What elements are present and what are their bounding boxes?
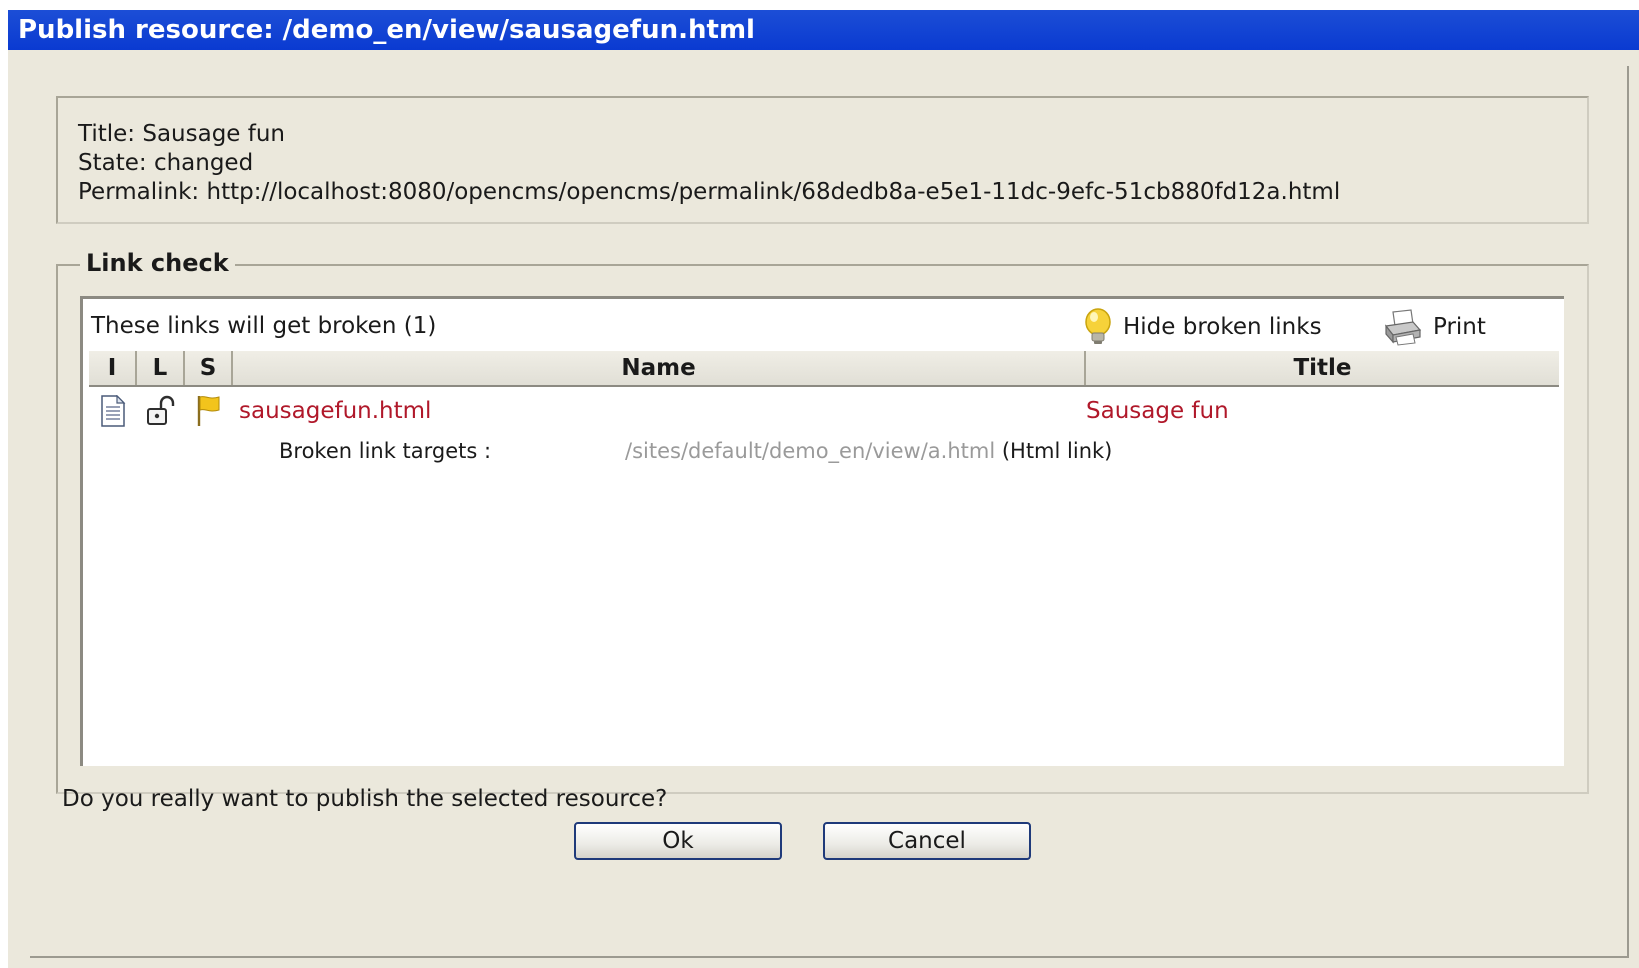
cancel-button[interactable]: Cancel <box>823 822 1031 860</box>
resource-title-link[interactable]: Sausage fun <box>1086 398 1229 424</box>
broken-link-type: (Html link) <box>1001 439 1113 463</box>
unlock-icon[interactable] <box>137 395 185 427</box>
broken-links-panel: These links will get broken (1) Hide bro… <box>80 296 1564 766</box>
column-i[interactable]: I <box>89 351 137 385</box>
printer-icon <box>1384 309 1422 346</box>
hide-broken-links-label: Hide broken links <box>1123 314 1322 340</box>
ok-button[interactable]: Ok <box>574 822 782 860</box>
link-check-legend: Link check <box>80 246 235 280</box>
column-name[interactable]: Name <box>233 351 1086 385</box>
broken-link-path: /sites/default/demo_en/view/a.html <box>625 439 996 463</box>
dialog-title: Publish resource: /demo_en/view/sausagef… <box>8 10 1639 50</box>
publish-question: Do you really want to publish the select… <box>62 786 668 812</box>
table-header: I L S Name Title <box>89 351 1559 387</box>
resource-state-line: State: changed <box>78 150 254 176</box>
column-l[interactable]: L <box>137 351 185 385</box>
lightbulb-icon <box>1085 308 1111 344</box>
link-check-group: Link check These links will get broken (… <box>56 246 1589 794</box>
resource-permalink-line: Permalink: http://localhost:8080/opencms… <box>78 179 1341 205</box>
column-title[interactable]: Title <box>1086 351 1559 385</box>
broken-link-targets-label: Broken link targets : <box>279 439 492 463</box>
hide-broken-links-button[interactable]: Hide broken links <box>1083 307 1322 347</box>
table-row[interactable]: sausagefun.html Sausage fun <box>89 391 1559 431</box>
print-label: Print <box>1433 314 1486 340</box>
resource-title-line: Title: Sausage fun <box>78 121 286 147</box>
resource-info-box: Title: Sausage fun State: changed Permal… <box>56 96 1589 224</box>
file-icon[interactable] <box>89 395 137 427</box>
resource-name-link[interactable]: sausagefun.html <box>239 398 431 424</box>
broken-link-targets: Broken link targets : /sites/default/demo… <box>279 439 1112 463</box>
column-s[interactable]: S <box>185 351 233 385</box>
broken-links-heading: These links will get broken (1) <box>91 313 437 339</box>
print-button[interactable]: Print <box>1383 307 1486 347</box>
flag-icon <box>185 394 233 428</box>
panel-header: These links will get broken (1) Hide bro… <box>83 299 1564 351</box>
